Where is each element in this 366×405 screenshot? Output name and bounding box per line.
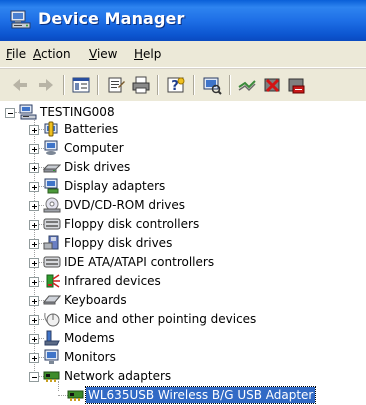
tree-item-label[interactable]: Monitors (62, 349, 118, 365)
toolbar-separator (229, 75, 231, 95)
uninstall-icon[interactable] (262, 75, 282, 95)
toolbar-separator (97, 75, 99, 95)
modem-icon (44, 330, 60, 346)
expand-toggle-computer[interactable] (29, 144, 39, 154)
expand-toggle-display-adapters[interactable] (29, 182, 39, 192)
tree-item-label[interactable]: Floppy disk drives (62, 235, 174, 251)
tree-item-label[interactable]: Computer (62, 140, 126, 156)
computer-icon (44, 140, 58, 155)
tree-item-label[interactable]: DVD/CD-ROM drives (62, 197, 187, 213)
toolbar-separator (63, 75, 65, 95)
expand-toggle-batteries[interactable] (29, 125, 39, 135)
ide-controller-icon (43, 256, 61, 268)
scan-hardware-icon[interactable] (202, 75, 222, 95)
tree-item-label[interactable]: Network adapters (62, 368, 173, 384)
infrared-icon (46, 274, 60, 288)
toolbar-separator (193, 75, 195, 95)
root-collapse-toggle[interactable] (5, 108, 15, 118)
window-title: Device Manager (38, 9, 185, 28)
expand-toggle-mice[interactable] (29, 315, 39, 325)
tree-item-label[interactable]: Batteries (62, 121, 120, 137)
show-hide-console-tree-icon[interactable] (71, 75, 91, 95)
expand-toggle-ide-controllers[interactable] (29, 258, 39, 268)
menu-help[interactable]: Help (134, 47, 161, 61)
display-adapter-icon (44, 178, 59, 194)
toolbar-separator (157, 75, 159, 95)
tree-item-label[interactable]: Keyboards (62, 292, 129, 308)
expand-toggle-dvd-cdrom-drives[interactable] (29, 201, 39, 211)
expand-toggle-floppy-controllers[interactable] (29, 220, 39, 230)
help-icon[interactable]: ? (166, 75, 186, 95)
disable-icon[interactable] (286, 75, 306, 95)
network-card-icon (67, 390, 84, 401)
menu-view[interactable]: View (89, 47, 117, 61)
disk-drive-icon (43, 164, 61, 173)
tree-item-label[interactable]: Display adapters (62, 178, 167, 194)
tree-item-label[interactable]: Floppy disk controllers (62, 216, 201, 232)
menu-bar: File Action View Help (0, 41, 366, 68)
expand-toggle-monitors[interactable] (29, 353, 39, 363)
properties-icon[interactable] (106, 75, 126, 95)
cd-drive-icon (43, 197, 61, 213)
floppy-controller-icon (43, 218, 61, 230)
menu-file[interactable]: File (6, 47, 26, 61)
title-bar[interactable]: Device Manager (0, 0, 366, 41)
tree-item-selected[interactable]: WL635USB Wireless B/G USB Adapter (84, 386, 317, 404)
tree-item-label[interactable]: Disk drives (62, 159, 132, 175)
tree-root-label[interactable]: TESTING008 (38, 104, 117, 120)
print-icon[interactable] (131, 75, 151, 95)
monitor-icon (44, 349, 59, 364)
expand-toggle-keyboards[interactable] (29, 296, 39, 306)
tree-item-label[interactable]: IDE ATA/ATAPI controllers (62, 254, 216, 270)
battery-icon (44, 121, 58, 137)
collapse-toggle-network-adapters[interactable] (29, 372, 39, 382)
tree-item-label[interactable]: Modems (62, 330, 117, 346)
floppy-drive-icon (43, 235, 59, 250)
tree-item-label[interactable]: Mice and other pointing devices (62, 311, 258, 327)
keyboard-icon (43, 295, 61, 305)
back-icon[interactable] (10, 75, 30, 95)
expand-toggle-modems[interactable] (29, 334, 39, 344)
toolbar: ? (0, 68, 366, 102)
tree-item-label[interactable]: Infrared devices (62, 273, 163, 289)
update-driver-icon[interactable] (237, 75, 257, 95)
computer-icon (19, 104, 37, 120)
expand-toggle-floppy-drives[interactable] (29, 239, 39, 249)
device-manager-icon (10, 10, 31, 29)
expand-toggle-disk-drives[interactable] (29, 163, 39, 173)
expand-toggle-infrared-devices[interactable] (29, 277, 39, 287)
network-adapter-icon (43, 371, 60, 382)
menu-action[interactable]: Action (33, 47, 71, 61)
mouse-icon (44, 312, 60, 327)
device-tree[interactable]: TESTING008 Batteries Computer Disk drive… (0, 101, 366, 405)
forward-icon[interactable] (36, 75, 56, 95)
